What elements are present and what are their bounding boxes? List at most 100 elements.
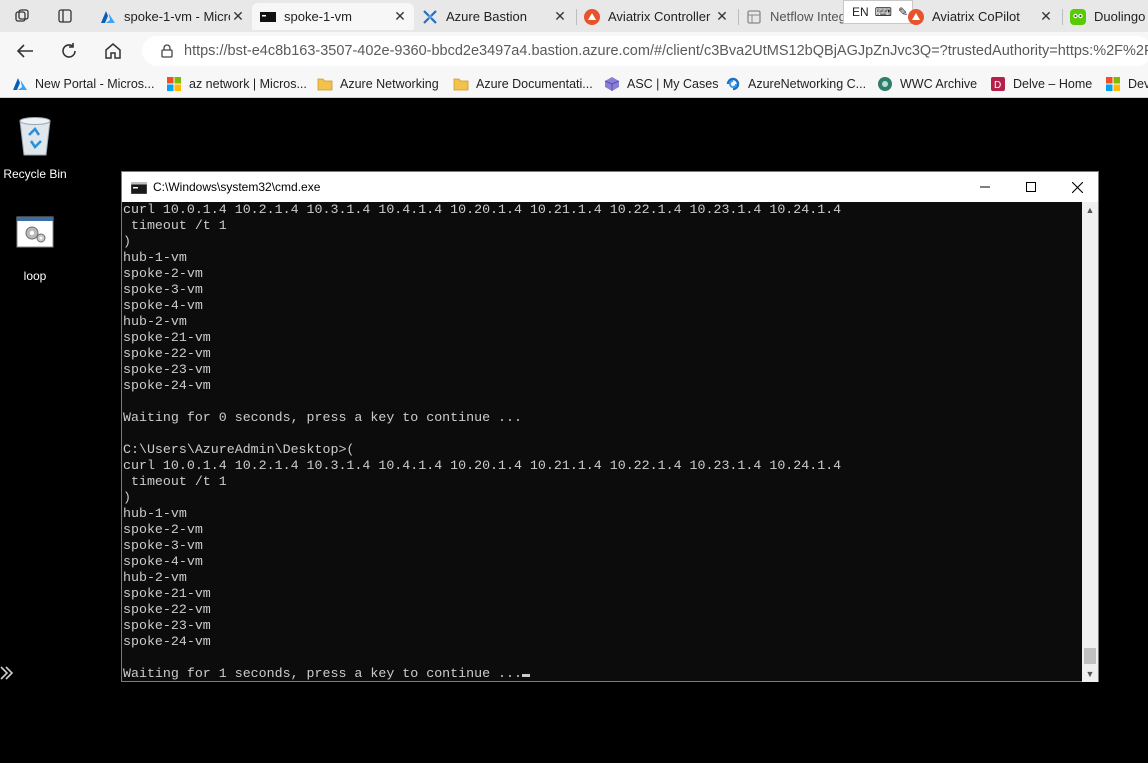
bookmark-new-portal[interactable]: New Portal - Micros...	[12, 75, 154, 93]
page-icon	[746, 9, 762, 25]
console-text: Waiting for 1 seconds, press a key to co…	[123, 666, 522, 681]
console-line: spoke-2-vm	[123, 266, 203, 281]
tab-spoke-1-vm[interactable]: spoke-1-vm ✕	[252, 3, 414, 30]
close-icon[interactable]: ✕	[1038, 8, 1054, 25]
console-line: hub-1-vm	[123, 506, 187, 521]
keyboard-icon: ⌨	[874, 5, 892, 19]
vertical-tabs-icon[interactable]	[53, 4, 77, 28]
vertical-scrollbar[interactable]: ▲ ▼	[1082, 202, 1098, 682]
bookmark-asc-my-cases[interactable]: ASC | My Cases	[604, 75, 718, 93]
console-line: )	[123, 234, 131, 249]
close-button[interactable]	[1054, 172, 1100, 202]
folder-icon	[317, 76, 333, 92]
close-icon	[1071, 181, 1083, 193]
console-line: hub-2-vm	[123, 570, 187, 585]
bookmark-label: Delve – Home	[1013, 77, 1093, 91]
workspaces-icon[interactable]	[10, 4, 34, 28]
console-line: spoke-24-vm	[123, 634, 211, 649]
console-line: spoke-4-vm	[123, 554, 203, 569]
lock-icon[interactable]	[160, 44, 174, 58]
aviatrix-icon	[908, 8, 924, 25]
bookmark-label: New Portal - Micros...	[35, 77, 155, 91]
folder-icon	[453, 76, 469, 92]
bastion-icon	[422, 9, 438, 25]
recycle-bin-icon	[11, 111, 59, 159]
cmd-icon	[130, 181, 148, 195]
tab-title: spoke-1-vm - Microsoft Azure	[124, 9, 230, 24]
console-line: curl 10.0.1.4 10.2.1.4 10.3.1.4 10.4.1.4…	[123, 458, 842, 473]
bookmark-label: Azure Networking	[340, 77, 439, 91]
refresh-icon[interactable]	[54, 37, 84, 65]
console-line: hub-1-vm	[123, 250, 187, 265]
desktop-icon-loop[interactable]: loop	[0, 213, 70, 283]
desktop-icon-label: loop	[23, 269, 47, 283]
bookmark-azure-documentation[interactable]: Azure Documentati...	[453, 75, 593, 93]
bookmark-label: AzureNetworking C...	[748, 77, 867, 91]
bookmark-label: WWC Archive	[900, 77, 978, 91]
globe-icon	[877, 76, 893, 92]
scroll-down-icon[interactable]: ▼	[1082, 666, 1098, 682]
favorites-bar: New Portal - Micros... az network | Micr…	[0, 70, 1148, 98]
close-icon[interactable]: ✕	[392, 8, 408, 25]
terminal-icon	[260, 9, 276, 25]
maximize-icon	[1026, 182, 1036, 192]
home-icon[interactable]	[98, 37, 128, 65]
aviatrix-icon	[584, 8, 600, 25]
tab-netflow[interactable]: Netflow Integ	[738, 3, 846, 30]
console-line: spoke-24-vm	[123, 378, 211, 393]
tab-title: Aviatrix Controller	[608, 9, 711, 24]
azure-icon	[100, 9, 116, 25]
microsoft-icon	[166, 76, 182, 92]
azure-icon	[12, 76, 28, 92]
url-text: https://bst-e4c8b163-3507-402e-9360-bbcd…	[184, 43, 1148, 59]
bookmark-az-network[interactable]: az network | Micros...	[166, 75, 307, 93]
maximize-button[interactable]	[1008, 172, 1054, 202]
back-arrow-icon[interactable]	[10, 37, 40, 65]
cmd-title-bar[interactable]: C:\Windows\system32\cmd.exe	[122, 172, 1098, 202]
tab-title: spoke-1-vm	[284, 9, 352, 24]
console-line: timeout /t 1	[123, 218, 227, 233]
console-output[interactable]: curl 10.0.1.4 10.2.1.4 10.3.1.4 10.4.1.4…	[122, 202, 1082, 682]
close-icon[interactable]: ✕	[230, 8, 246, 25]
tab-title: Duolingo	[1094, 9, 1146, 24]
console-line: spoke-3-vm	[123, 538, 203, 553]
loop-icon	[725, 76, 741, 92]
desktop-icon-recycle-bin[interactable]: Recycle Bin	[0, 111, 70, 181]
bookmark-delve-home[interactable]: D Delve – Home	[990, 75, 1092, 93]
bookmark-dev[interactable]: Dev	[1105, 75, 1148, 93]
tab-aviatrix-controller[interactable]: Aviatrix Controller ✕	[576, 3, 736, 30]
url-input[interactable]: https://bst-e4c8b163-3507-402e-9360-bbcd…	[142, 36, 1148, 66]
tab-azure-portal[interactable]: spoke-1-vm - Microsoft Azure ✕	[92, 3, 252, 30]
scroll-up-icon[interactable]: ▲	[1082, 202, 1098, 218]
cmd-title: C:\Windows\system32\cmd.exe	[153, 180, 321, 194]
close-icon[interactable]: ✕	[714, 8, 730, 25]
scrollbar-thumb[interactable]	[1084, 648, 1096, 664]
console-line-last: Waiting for 1 seconds, press a key to co…	[123, 666, 1082, 682]
delve-icon: D	[990, 76, 1006, 92]
expand-panel-icon[interactable]	[0, 665, 14, 683]
bookmark-wwc-archive[interactable]: WWC Archive	[877, 75, 977, 93]
console-line: spoke-2-vm	[123, 522, 203, 537]
tab-title: Azure Bastion	[446, 9, 527, 24]
minimize-button[interactable]	[962, 172, 1008, 202]
microsoft-icon	[1105, 76, 1121, 92]
cmd-window[interactable]: C:\Windows\system32\cmd.exe curl 10.0.1.…	[121, 171, 1099, 682]
bookmark-azurenetworking-c[interactable]: AzureNetworking C...	[725, 75, 866, 93]
console-line: C:\Users\AzureAdmin\Desktop>(	[123, 442, 355, 457]
batch-file-icon	[11, 213, 59, 261]
tab-azure-bastion[interactable]: Azure Bastion ✕	[414, 3, 574, 30]
console-line: Waiting for 0 seconds, press a key to co…	[123, 410, 522, 425]
console-line: spoke-4-vm	[123, 298, 203, 313]
cube-icon	[604, 76, 620, 92]
bookmark-azure-networking[interactable]: Azure Networking	[317, 75, 439, 93]
close-icon[interactable]: ✕	[552, 8, 568, 25]
tab-aviatrix-copilot[interactable]: Aviatrix CoPilot ✕	[900, 3, 1060, 30]
tab-title: Netflow Integ	[770, 9, 846, 24]
minimize-icon	[980, 186, 990, 188]
console-line: timeout /t 1	[123, 474, 227, 489]
tab-duolingo[interactable]: Duolingo	[1062, 3, 1148, 30]
desktop-icon-label: Recycle Bin	[3, 167, 67, 181]
console-line: spoke-21-vm	[123, 330, 211, 345]
